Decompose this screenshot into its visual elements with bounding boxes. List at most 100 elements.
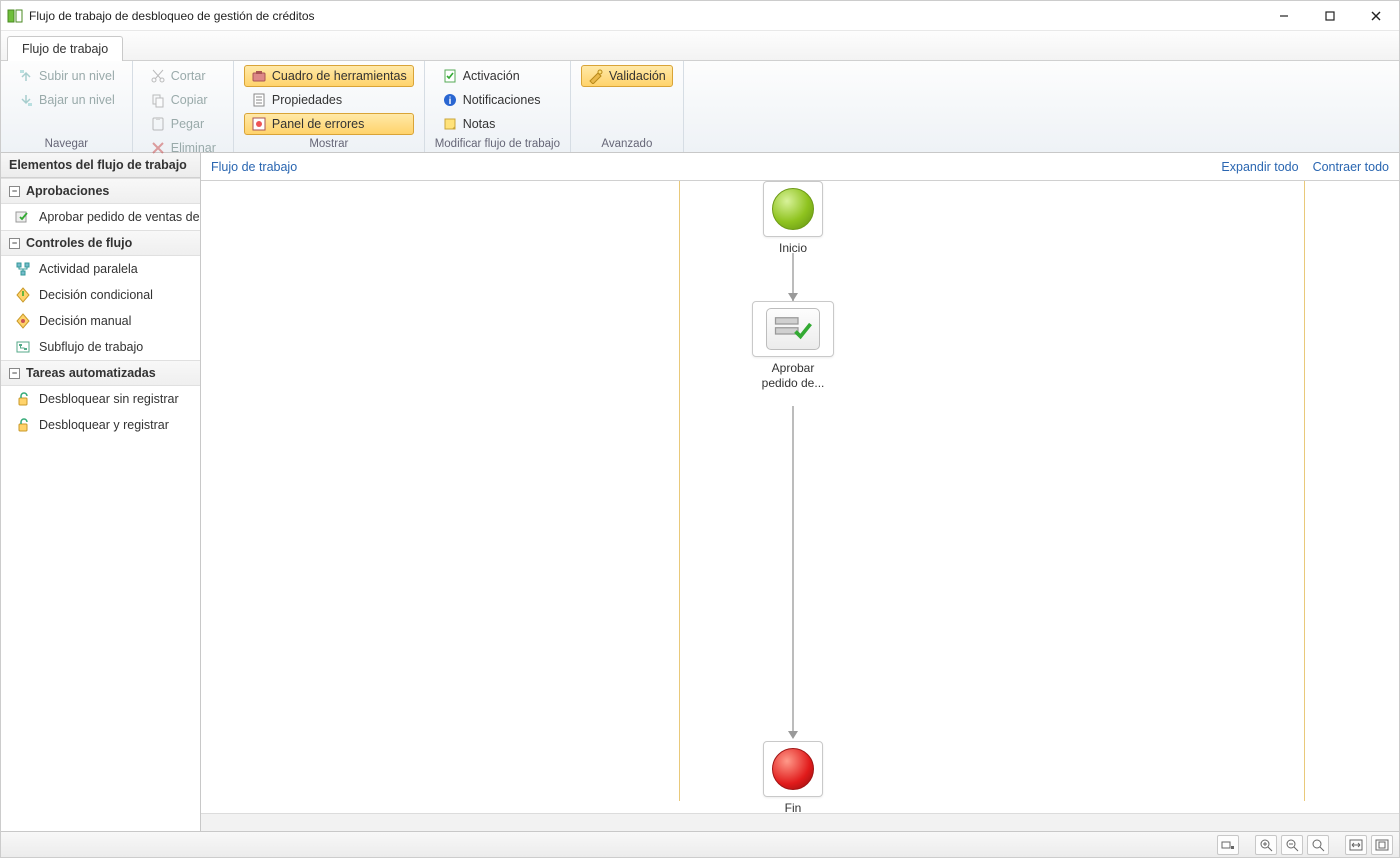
node-approve-label1: Aprobar: [752, 361, 834, 376]
statusbar: [1, 831, 1399, 857]
toolbox-label: Cuadro de herramientas: [272, 69, 407, 83]
end-circle-icon: [772, 748, 814, 790]
notes-button[interactable]: Notas: [435, 113, 560, 135]
ribbon: Subir un nivel Bajar un nivel Navegar Co…: [1, 61, 1399, 153]
copy-label: Copiar: [171, 93, 208, 107]
node-start[interactable]: Inicio: [763, 181, 823, 256]
validation-label: Validación: [609, 69, 666, 83]
tab-workflow[interactable]: Flujo de trabajo: [7, 36, 123, 61]
overview-toggle-button[interactable]: [1217, 835, 1239, 855]
zoom-out-button[interactable]: [1281, 835, 1303, 855]
breadcrumb[interactable]: Flujo de trabajo: [211, 160, 297, 174]
sidebar-cat-autotasks[interactable]: − Tareas automatizadas: [1, 360, 200, 386]
content-area: Elementos del flujo de trabajo − Aprobac…: [1, 153, 1399, 831]
validation-button[interactable]: Validación: [581, 65, 673, 87]
copy-icon: [150, 92, 166, 108]
ribbon-group-show-label: Mostrar: [244, 136, 414, 150]
sidebar-cat-approvals-label: Aprobaciones: [26, 184, 109, 198]
canvas-wrap: Flujo de trabajo Expandir todo Contraer …: [201, 153, 1399, 831]
sidebar-item-subworkflow[interactable]: Subflujo de trabajo: [1, 334, 200, 360]
fit-width-button[interactable]: [1345, 835, 1367, 855]
paste-label: Pegar: [171, 117, 204, 131]
approve-icon: [15, 209, 31, 225]
sidebar-cat-flowcontrols[interactable]: − Controles de flujo: [1, 230, 200, 256]
error-panel-icon: [251, 116, 267, 132]
maximize-button[interactable]: [1307, 1, 1353, 31]
connector: [792, 406, 794, 736]
scissors-icon: [150, 68, 166, 84]
sidebar-item-manual-decision[interactable]: Decisión manual: [1, 308, 200, 334]
validation-icon: [588, 68, 604, 84]
notifications-label: Notificaciones: [463, 93, 541, 107]
task-icon: [766, 308, 820, 350]
start-circle-icon: [772, 188, 814, 230]
notes-icon: [442, 116, 458, 132]
sidebar-item-conditional-decision[interactable]: Decisión condicional: [1, 282, 200, 308]
collapse-icon: −: [9, 368, 20, 379]
expand-all-link[interactable]: Expandir todo: [1221, 160, 1298, 174]
sidebar-item-unlock-and-register[interactable]: Desbloquear y registrar: [1, 412, 200, 438]
sidebar-header: Elementos del flujo de trabajo: [1, 153, 200, 178]
collapse-icon: −: [9, 238, 20, 249]
up-level-button[interactable]: Subir un nivel: [11, 65, 122, 87]
sidebar-item-label: Decisión condicional: [39, 288, 153, 302]
activation-label: Activación: [463, 69, 520, 83]
notifications-button[interactable]: i Notificaciones: [435, 89, 560, 111]
tabstrip: Flujo de trabajo: [1, 31, 1399, 61]
zoom-reset-button[interactable]: [1307, 835, 1329, 855]
app-window: Flujo de trabajo de desbloqueo de gestió…: [0, 0, 1400, 858]
subflow-icon: [15, 339, 31, 355]
parallel-icon: [15, 261, 31, 277]
zoom-in-button[interactable]: [1255, 835, 1277, 855]
svg-text:i: i: [448, 96, 451, 107]
toolbox-icon: [251, 68, 267, 84]
sidebar-item-label: Actividad paralela: [39, 262, 138, 276]
activation-button[interactable]: Activación: [435, 65, 560, 87]
node-end[interactable]: Fin: [763, 741, 823, 816]
sidebar-item-approve-order[interactable]: Aprobar pedido de ventas de c: [1, 204, 200, 230]
sidebar-item-unlock-no-register[interactable]: Desbloquear sin registrar: [1, 386, 200, 412]
activation-icon: [442, 68, 458, 84]
error-panel-button[interactable]: Panel de errores: [244, 113, 414, 135]
error-panel-label: Panel de errores: [272, 117, 364, 131]
node-approve-label2: pedido de...: [752, 376, 834, 391]
toolbox-button[interactable]: Cuadro de herramientas: [244, 65, 414, 87]
decision-cond-icon: [15, 287, 31, 303]
ribbon-group-edit: Cortar Copiar Pegar Eliminar: [133, 61, 234, 152]
fit-page-button[interactable]: [1371, 835, 1393, 855]
minimize-button[interactable]: [1261, 1, 1307, 31]
properties-button[interactable]: Propiedades: [244, 89, 414, 111]
horizontal-scrollbar[interactable]: [201, 813, 1399, 831]
ribbon-group-advanced-label: Avanzado: [581, 136, 673, 150]
close-button[interactable]: [1353, 1, 1399, 31]
decision-man-icon: [15, 313, 31, 329]
node-approve-order[interactable]: Aprobar pedido de...: [752, 301, 834, 391]
arrowhead-icon: [788, 731, 798, 739]
workflow-canvas[interactable]: Inicio Aprobar pedido de...: [201, 181, 1399, 831]
unlock-icon: [15, 417, 31, 433]
titlebar: Flujo de trabajo de desbloqueo de gestió…: [1, 1, 1399, 31]
unlock-icon: [15, 391, 31, 407]
sidebar-item-label: Desbloquear sin registrar: [39, 392, 179, 406]
properties-icon: [251, 92, 267, 108]
swimlane: [679, 181, 1305, 801]
down-level-label: Bajar un nivel: [39, 93, 115, 107]
sidebar-item-label: Desbloquear y registrar: [39, 418, 169, 432]
cut-button[interactable]: Cortar: [143, 65, 223, 87]
down-level-button[interactable]: Bajar un nivel: [11, 89, 122, 111]
info-icon: i: [442, 92, 458, 108]
canvas-header: Flujo de trabajo Expandir todo Contraer …: [201, 153, 1399, 181]
arrow-up-level-icon: [18, 68, 34, 84]
sidebar-cat-autotasks-label: Tareas automatizadas: [26, 366, 156, 380]
sidebar-cat-approvals[interactable]: − Aprobaciones: [1, 178, 200, 204]
collapse-all-link[interactable]: Contraer todo: [1313, 160, 1389, 174]
window-title: Flujo de trabajo de desbloqueo de gestió…: [29, 9, 315, 23]
ribbon-group-show: Cuadro de herramientas Propiedades Panel…: [234, 61, 425, 152]
sidebar-item-label: Aprobar pedido de ventas de c: [39, 210, 200, 224]
sidebar-item-parallel-activity[interactable]: Actividad paralela: [1, 256, 200, 282]
paste-button[interactable]: Pegar: [143, 113, 223, 135]
properties-label: Propiedades: [272, 93, 342, 107]
arrowhead-icon: [788, 293, 798, 301]
copy-button[interactable]: Copiar: [143, 89, 223, 111]
paste-icon: [150, 116, 166, 132]
